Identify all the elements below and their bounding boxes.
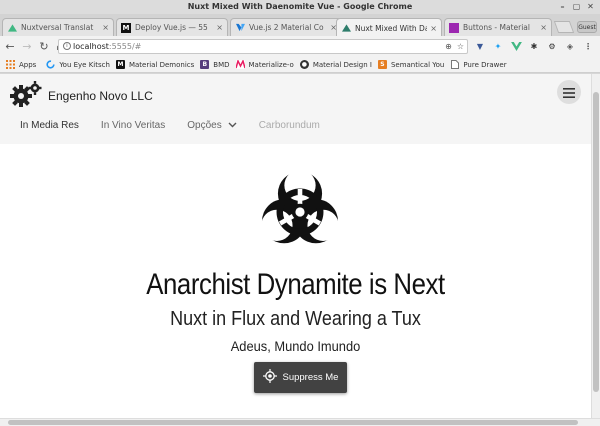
nav-opcoes-label: Opções (187, 120, 222, 131)
bookmark-pure-drawer[interactable]: Pure Drawer (450, 60, 507, 69)
semantic-icon: S (377, 60, 387, 69)
vertical-scrollbar[interactable] (591, 74, 600, 418)
zoom-icon[interactable]: ⊕ (445, 40, 452, 53)
close-tab-icon[interactable]: × (102, 23, 109, 32)
vue-icon[interactable] (510, 40, 522, 52)
suppress-me-label: Suppress Me (282, 372, 339, 383)
close-window-icon[interactable]: ✕ (585, 1, 596, 12)
settings-extension-icon[interactable]: ⚙ (546, 40, 558, 52)
shield-extension-icon[interactable]: ◈ (564, 40, 576, 52)
window-titlebar: Nuxt Mixed With Daenomite Vue - Google C… (0, 0, 600, 14)
browser-toolbar: ← → ↻ ⌂ i localhost:5555/# ⊕ ☆ ▼ ✦ ✱ ⚙ ◈… (0, 36, 600, 57)
bookmark-you-eye-kitsch[interactable]: You Eye Kitsch (46, 60, 110, 69)
bookmark-materialize[interactable]: Materialize-o (235, 60, 294, 69)
bookmark-material-design-icons[interactable]: ● Material Design I (299, 60, 372, 69)
chevron-down-icon (228, 120, 237, 131)
tab-label: Deploy Vue.js — 55 (135, 23, 208, 32)
bookmark-material-demonics[interactable]: M Material Demonics (115, 60, 195, 69)
close-tab-icon[interactable]: × (216, 23, 223, 32)
nuxt-favicon-icon (7, 23, 17, 33)
bootstrap-icon: B (200, 60, 210, 69)
circle-icon (46, 60, 55, 69)
crosshair-icon (262, 369, 277, 386)
bookmark-label: You Eye Kitsch (59, 60, 110, 69)
menu-icon (563, 83, 575, 102)
tab-label: Nuxt Mixed With Dae (355, 23, 428, 33)
tab-nuxt-mixed[interactable]: Nuxt Mixed With Dae × (336, 18, 442, 37)
tab-deploy-vue[interactable]: M Deploy Vue.js — 55 × (116, 18, 228, 36)
gears-logo-icon (10, 80, 42, 112)
reload-icon[interactable]: ↻ (37, 40, 51, 54)
back-icon[interactable]: ← (3, 40, 17, 54)
nav-in-media-res[interactable]: In Media Res (20, 120, 79, 131)
nav-in-vino-veritas[interactable]: In Vino Veritas (101, 120, 165, 131)
nav-opcoes-dropdown[interactable]: Opções (187, 120, 237, 131)
tab-buttons-material[interactable]: Buttons - Material × (444, 18, 552, 36)
vuetify-favicon-icon (235, 23, 245, 33)
materialize-icon (235, 60, 245, 69)
page-viewport: Engenho Novo LLC In Media Res In Vino Ve… (0, 74, 591, 418)
bookmark-bmd[interactable]: B BMD (200, 60, 230, 69)
bookmark-label: Semantical You (390, 60, 445, 69)
github-icon: ● (299, 60, 309, 69)
address-host: localhost (73, 42, 109, 51)
apps-grid-icon (6, 60, 15, 69)
hero-title: Anarchist Dynamite is Next (146, 268, 445, 301)
tab-label: Nuxtversal Translat (21, 23, 94, 32)
bookmark-label: Apps (19, 60, 37, 69)
brand-name: Engenho Novo LLC (48, 89, 153, 103)
new-tab-button[interactable] (553, 21, 575, 33)
bookmark-label: Material Design I (312, 60, 372, 69)
chrome-menu-icon[interactable]: ⋮ (582, 40, 594, 52)
bookmark-label: Pure Drawer (463, 60, 507, 69)
page-icon (450, 60, 459, 69)
close-tab-icon[interactable]: × (430, 24, 437, 33)
close-tab-icon[interactable]: × (540, 23, 547, 32)
tab-label: Vue.js 2 Material Co (249, 23, 324, 32)
twitter-icon[interactable]: ✦ (492, 40, 504, 52)
medium-favicon-icon: M (121, 22, 131, 33)
tab-nuxtversal[interactable]: Nuxtversal Translat × (2, 18, 114, 36)
horizontal-scroll-thumb[interactable] (8, 420, 578, 425)
hero-tagline: Adeus, Mundo Imundo (230, 338, 361, 354)
app-header: Engenho Novo LLC In Media Res In Vino Ve… (0, 74, 591, 144)
medium-icon: M (115, 60, 125, 69)
biohazard-icon (254, 166, 346, 262)
bookmark-star-icon[interactable]: ☆ (457, 40, 464, 53)
tab-vue-material[interactable]: Vue.js 2 Material Co × (230, 18, 342, 36)
bookmark-label: Material Demonics (128, 60, 195, 69)
bookmarks-bar: Apps You Eye Kitsch M Material Demonics … (0, 57, 600, 73)
nuxt-favicon-icon (341, 23, 351, 33)
bookmark-label: BMD (213, 60, 230, 69)
forward-icon[interactable]: → (20, 40, 34, 54)
window-title: Nuxt Mixed With Daenomite Vue - Google C… (187, 2, 413, 11)
vue-devtools-icon[interactable]: ▼ (474, 40, 486, 52)
hamburger-menu-button[interactable] (557, 80, 581, 104)
tab-strip: Nuxtversal Translat × M Deploy Vue.js — … (0, 14, 600, 37)
nav-carborundum[interactable]: Carborundum (259, 120, 320, 131)
tab-label: Buttons - Material (463, 23, 530, 32)
material-favicon-icon (449, 22, 459, 33)
suppress-me-button[interactable]: Suppress Me (254, 362, 347, 393)
puzzle-extension-icon[interactable]: ✱ (528, 40, 540, 52)
address-bar[interactable]: i localhost:5555/# ⊕ ☆ (58, 39, 468, 54)
minimize-icon[interactable]: – (557, 1, 568, 12)
bookmark-label: Materialize-o (248, 60, 294, 69)
bookmark-apps[interactable]: Apps (6, 60, 36, 69)
brand[interactable]: Engenho Novo LLC (10, 80, 153, 112)
maximize-icon[interactable]: ▢ (571, 1, 582, 12)
main-nav: In Media Res In Vino Veritas Opções Carb… (20, 120, 342, 131)
address-path: :5555/# (108, 42, 142, 51)
hero-subtitle: Nuxt in Flux and Wearing a Tux (170, 308, 421, 330)
horizontal-scrollbar[interactable] (0, 418, 600, 426)
site-info-icon[interactable]: i (63, 42, 71, 50)
vertical-scroll-thumb[interactable] (593, 92, 599, 392)
guest-profile-badge[interactable]: Guest (577, 21, 597, 33)
bookmark-semantical-you[interactable]: S Semantical You (377, 60, 445, 69)
